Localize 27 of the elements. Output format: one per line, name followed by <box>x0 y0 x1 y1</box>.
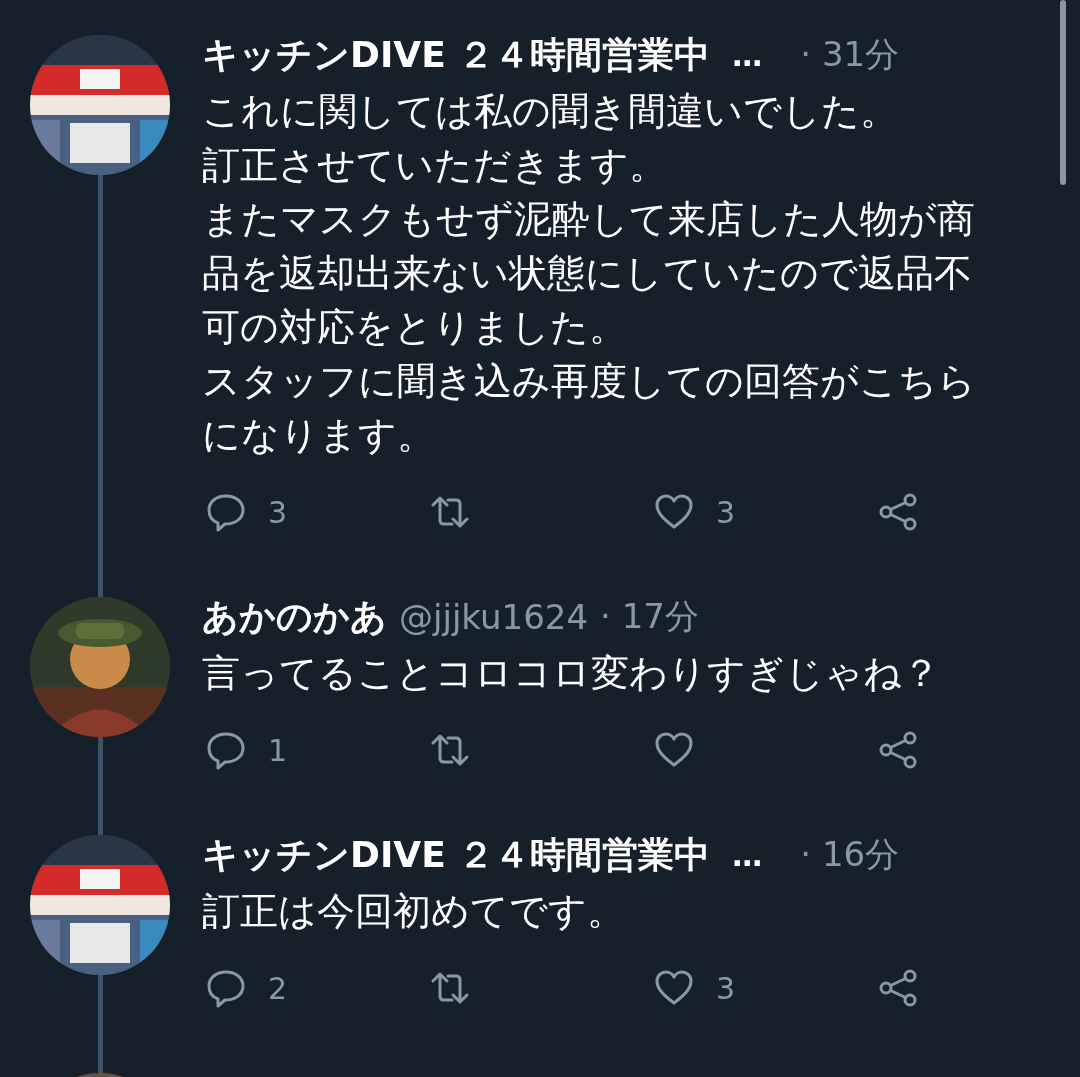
tweet-text: これに関しては私の聞き間違いでした。 <box>202 88 899 135</box>
ellipsis: … <box>732 37 763 73</box>
timestamp: · 17分 <box>600 595 699 638</box>
author-name[interactable]: キッチンDIVE ２４時間営業中 <box>202 30 711 80</box>
reply-count: 2 <box>268 970 288 1006</box>
tweet-text: またマスクもせず泥酔して来店した人物が商品を返却出来ない状態にしていたので返品不可の対応をとりました。 <box>202 196 976 351</box>
tweet-text: 訂正は今回初めてです。 <box>202 888 626 935</box>
share-icon[interactable] <box>878 492 918 532</box>
share-icon[interactable] <box>878 968 918 1008</box>
like-count: 3 <box>716 970 736 1006</box>
timestamp: · 16分 <box>800 833 900 876</box>
reply-count: 1 <box>268 732 288 768</box>
scrollbar-thumb[interactable] <box>1060 0 1066 185</box>
author-name[interactable]: キッチンDIVE ２４時間営業中 <box>202 830 711 880</box>
share-icon[interactable] <box>878 730 918 770</box>
author-name[interactable]: あかのかあ <box>202 592 387 642</box>
tweet-text: 言ってることコロコロ変わりすぎじゃね？ <box>202 650 941 697</box>
timestamp: · 31分 <box>800 33 900 76</box>
reply-count: 3 <box>268 494 288 530</box>
reply-icon[interactable] <box>206 730 246 770</box>
user-handle[interactable]: @jjjku1624 <box>399 597 589 637</box>
ellipsis: … <box>732 837 763 873</box>
tweet-text: スタッフに聞き込み再度しての回答がこちらになります。 <box>202 358 977 459</box>
tweet-text: 訂正させていただきます。 <box>202 142 668 189</box>
like-count: 3 <box>716 494 736 530</box>
reply-icon[interactable] <box>206 492 246 532</box>
reply-icon[interactable] <box>206 968 246 1008</box>
